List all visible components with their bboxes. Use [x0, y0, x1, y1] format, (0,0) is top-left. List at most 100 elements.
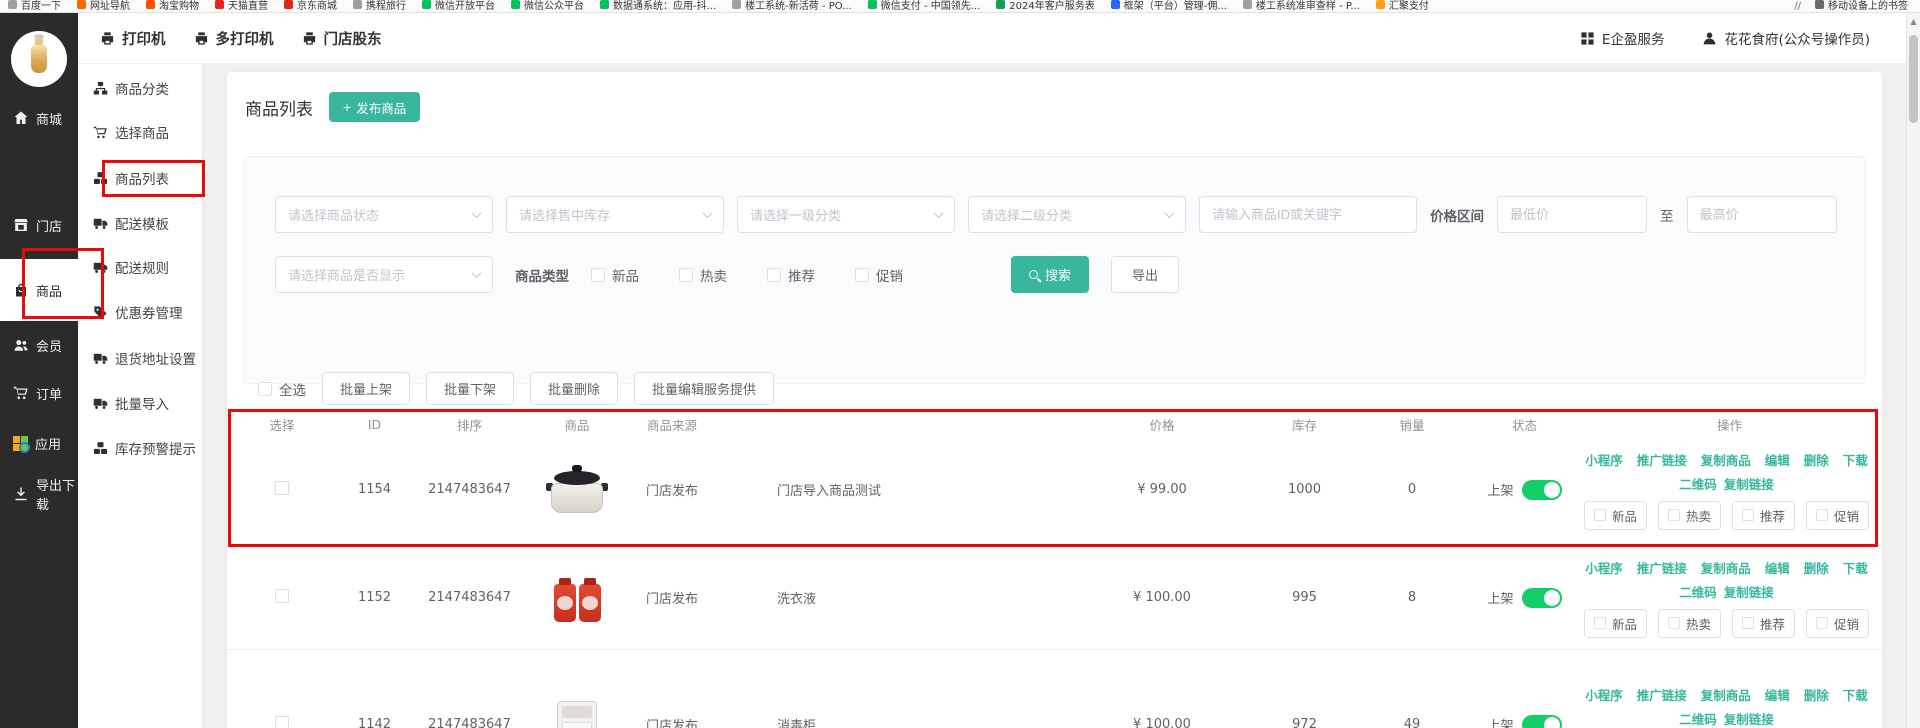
- qrcode-link[interactable]: 二维码: [1679, 474, 1717, 493]
- download-link[interactable]: 下载: [1843, 558, 1868, 577]
- tag-chip-hot[interactable]: 热卖: [1658, 609, 1721, 638]
- sidebar-item-export-download[interactable]: 导出下载: [0, 481, 78, 507]
- bookmark-item[interactable]: 京东商城: [284, 0, 337, 12]
- bookmark-item[interactable]: 微信开放平台: [422, 0, 495, 12]
- status-toggle[interactable]: [1522, 588, 1562, 608]
- pot-product-image[interactable]: [546, 459, 608, 521]
- detergent-product-image[interactable]: [546, 567, 608, 629]
- delete-link[interactable]: 删除: [1804, 558, 1829, 577]
- row-checkbox[interactable]: [275, 589, 289, 603]
- submenu-item-select-goods[interactable]: 选择商品: [78, 120, 203, 144]
- qrcode-link[interactable]: 二维码: [1679, 709, 1717, 728]
- cabinet-product-image[interactable]: [546, 694, 608, 728]
- row-checkbox[interactable]: [275, 716, 289, 728]
- search-button[interactable]: 搜索: [1011, 256, 1089, 293]
- tag-chip-recommend[interactable]: 推荐: [1732, 609, 1795, 638]
- printer-menu[interactable]: 打印机: [100, 28, 166, 49]
- selling-stock-select[interactable]: 请选择售中库存: [506, 196, 724, 233]
- user-menu[interactable]: 花花食府(公众号操作员): [1702, 28, 1870, 48]
- batch-off-shelf-button[interactable]: 批量下架: [426, 372, 514, 405]
- bookmarks-overflow-chevron[interactable]: //: [1794, 1, 1801, 12]
- tag-chip-hot[interactable]: 热卖: [1658, 501, 1721, 530]
- bookmark-item[interactable]: 楼工系统-新活荷 - PO...: [732, 0, 852, 12]
- bookmark-item[interactable]: 微信支付 - 中国领先...: [868, 0, 981, 12]
- sidebar-item-goods[interactable]: 商品: [0, 259, 78, 321]
- type-checkbox-promotion[interactable]: 促销: [855, 265, 903, 285]
- copy-goods-link[interactable]: 复制商品: [1701, 685, 1751, 704]
- keyword-input[interactable]: [1199, 196, 1417, 233]
- goods-display-select[interactable]: 请选择商品是否显示: [275, 256, 493, 293]
- submenu-item-coupon-management[interactable]: 优惠券管理: [78, 300, 203, 324]
- goods-status-select[interactable]: 请选择商品状态: [275, 196, 493, 233]
- mini-program-link[interactable]: 小程序: [1585, 685, 1623, 704]
- store-shareholder-menu[interactable]: 门店股东: [302, 28, 382, 49]
- batch-on-shelf-button[interactable]: 批量上架: [322, 372, 410, 405]
- vertical-scrollbar[interactable]: ▲: [1906, 13, 1920, 728]
- batch-edit-service-button[interactable]: 批量编辑服务提供: [634, 372, 774, 405]
- promo-link[interactable]: 推广链接: [1637, 558, 1687, 577]
- copy-url-link[interactable]: 复制链接: [1724, 582, 1774, 601]
- sidebar-item-store[interactable]: 门店: [0, 212, 78, 238]
- delete-link[interactable]: 删除: [1804, 450, 1829, 469]
- promo-link[interactable]: 推广链接: [1637, 685, 1687, 704]
- sidebar-item-orders[interactable]: 订单: [0, 380, 78, 406]
- category-level2-select[interactable]: 请选择二级分类: [968, 196, 1186, 233]
- multi-printer-menu[interactable]: 多打印机: [194, 28, 274, 49]
- submenu-item-return-address[interactable]: 退货地址设置: [78, 346, 203, 370]
- select-all-checkbox[interactable]: 全选: [258, 379, 306, 399]
- bookmark-item[interactable]: 网址导航: [77, 0, 130, 12]
- category-level1-select[interactable]: 请选择一级分类: [737, 196, 955, 233]
- tag-chip-recommend[interactable]: 推荐: [1732, 501, 1795, 530]
- sidebar-item-members[interactable]: 会员: [0, 332, 78, 358]
- qrcode-link[interactable]: 二维码: [1679, 582, 1717, 601]
- batch-delete-button[interactable]: 批量删除: [530, 372, 618, 405]
- bookmark-item[interactable]: 汇聚支付: [1376, 0, 1429, 12]
- scrollbar-thumb[interactable]: [1909, 35, 1918, 123]
- bookmark-item[interactable]: 百度一下: [8, 0, 61, 12]
- edit-link[interactable]: 编辑: [1765, 558, 1790, 577]
- promo-link[interactable]: 推广链接: [1637, 450, 1687, 469]
- type-checkbox-new[interactable]: 新品: [591, 265, 639, 285]
- sidebar-item-apps[interactable]: 应用: [0, 430, 78, 456]
- bookmark-item[interactable]: 数据通系统：应用-抖...: [600, 0, 716, 12]
- tag-chip-new[interactable]: 新品: [1584, 609, 1647, 638]
- scroll-up-arrow-icon[interactable]: ▲: [1907, 13, 1920, 26]
- bookmark-item[interactable]: 携程旅行: [353, 0, 406, 12]
- submenu-item-goods-list[interactable]: 商品列表: [78, 166, 203, 190]
- avatar[interactable]: [11, 31, 67, 87]
- type-checkbox-recommend[interactable]: 推荐: [767, 265, 815, 285]
- submenu-item-stock-warning[interactable]: 库存预警提示: [78, 436, 203, 460]
- download-link[interactable]: 下载: [1843, 450, 1868, 469]
- submenu-item-delivery-template[interactable]: 配送模板: [78, 211, 203, 235]
- sidebar-item-mall[interactable]: 商城: [0, 105, 78, 131]
- delete-link[interactable]: 删除: [1804, 685, 1829, 704]
- copy-url-link[interactable]: 复制链接: [1724, 474, 1774, 493]
- mobile-bookmarks-folder[interactable]: 移动设备上的书签: [1815, 0, 1908, 12]
- submenu-item-delivery-rules[interactable]: 配送规则: [78, 255, 203, 279]
- service-menu[interactable]: E企盈服务: [1580, 28, 1665, 48]
- bookmark-item[interactable]: 微信公众平台: [511, 0, 584, 12]
- bookmark-item[interactable]: 框架（平台）管理-佣...: [1111, 0, 1227, 12]
- copy-url-link[interactable]: 复制链接: [1724, 709, 1774, 728]
- type-checkbox-hot[interactable]: 热卖: [679, 265, 727, 285]
- submenu-item-batch-import[interactable]: 批量导入: [78, 391, 203, 415]
- row-checkbox[interactable]: [275, 481, 289, 495]
- tag-chip-new[interactable]: 新品: [1584, 501, 1647, 530]
- status-toggle[interactable]: [1522, 715, 1562, 728]
- bookmark-item[interactable]: 淘宝购物: [146, 0, 199, 12]
- min-price-input[interactable]: [1497, 196, 1647, 233]
- max-price-input[interactable]: [1687, 196, 1837, 233]
- tag-chip-promotion[interactable]: 促销: [1806, 501, 1869, 530]
- mini-program-link[interactable]: 小程序: [1585, 450, 1623, 469]
- status-toggle[interactable]: [1522, 480, 1562, 500]
- publish-goods-button[interactable]: +发布商品: [329, 92, 420, 122]
- bookmark-item[interactable]: 天猫直营: [215, 0, 268, 12]
- copy-goods-link[interactable]: 复制商品: [1701, 450, 1751, 469]
- bookmark-item[interactable]: 楼工系统准审查样 - P...: [1243, 0, 1360, 12]
- edit-link[interactable]: 编辑: [1765, 685, 1790, 704]
- download-link[interactable]: 下载: [1843, 685, 1868, 704]
- mini-program-link[interactable]: 小程序: [1585, 558, 1623, 577]
- tag-chip-promotion[interactable]: 促销: [1806, 609, 1869, 638]
- submenu-item-goods-category[interactable]: 商品分类: [78, 76, 203, 100]
- bookmark-item[interactable]: 2024年客户服务表: [996, 0, 1094, 12]
